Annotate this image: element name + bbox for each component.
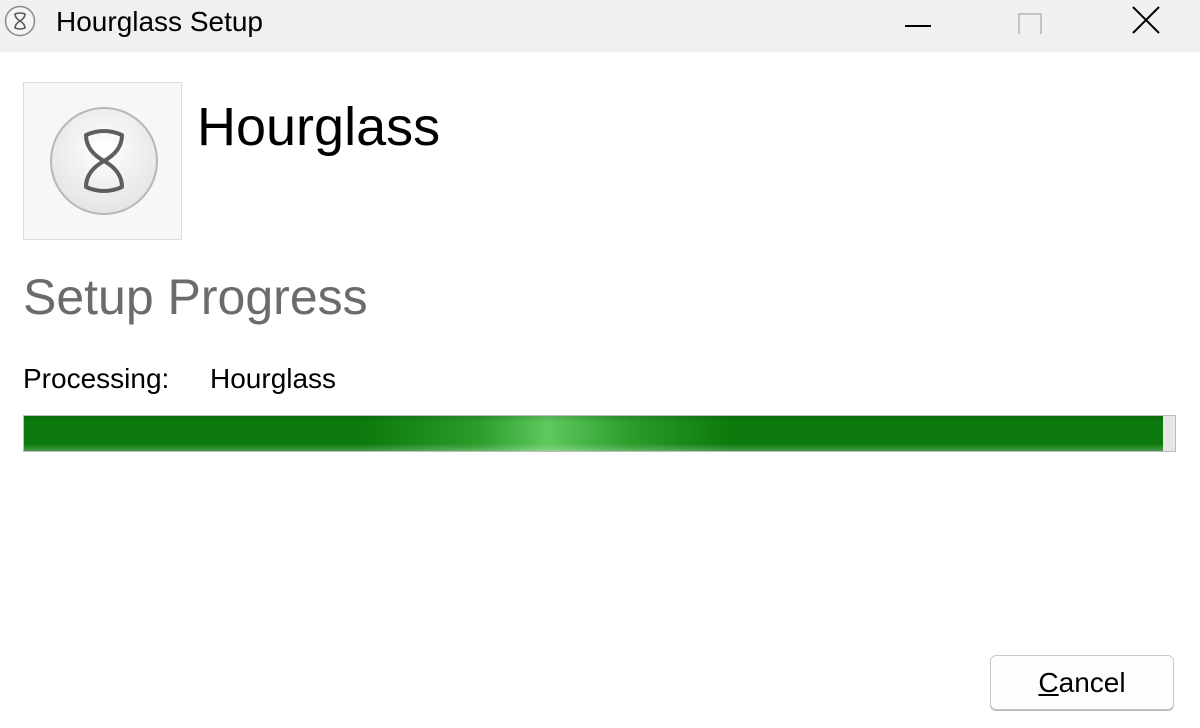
cancel-label: ancel — [1058, 666, 1126, 698]
progress-bar — [23, 415, 1176, 452]
hourglass-app-icon — [4, 5, 36, 37]
window-title: Hourglass Setup — [56, 6, 264, 37]
maximize-icon — [1016, 6, 1044, 39]
setup-window: Hourglass Setup Hourglass Setup Progress… — [0, 0, 1200, 728]
product-logo — [23, 82, 182, 240]
cancel-mnemonic: C — [1038, 666, 1059, 698]
close-icon — [1131, 5, 1161, 40]
maximize-button[interactable] — [980, 0, 1080, 44]
processing-label: Processing: — [23, 363, 170, 394]
minimize-icon — [904, 6, 932, 39]
section-title: Setup Progress — [23, 269, 368, 325]
close-button[interactable] — [1096, 0, 1196, 44]
progress-fill — [24, 416, 1164, 451]
product-name: Hourglass — [197, 97, 441, 157]
cancel-button[interactable]: Cancel — [990, 655, 1174, 710]
processing-value: Hourglass — [210, 363, 337, 394]
title-bar[interactable]: Hourglass Setup — [0, 0, 1200, 52]
minimize-button[interactable] — [868, 0, 968, 44]
